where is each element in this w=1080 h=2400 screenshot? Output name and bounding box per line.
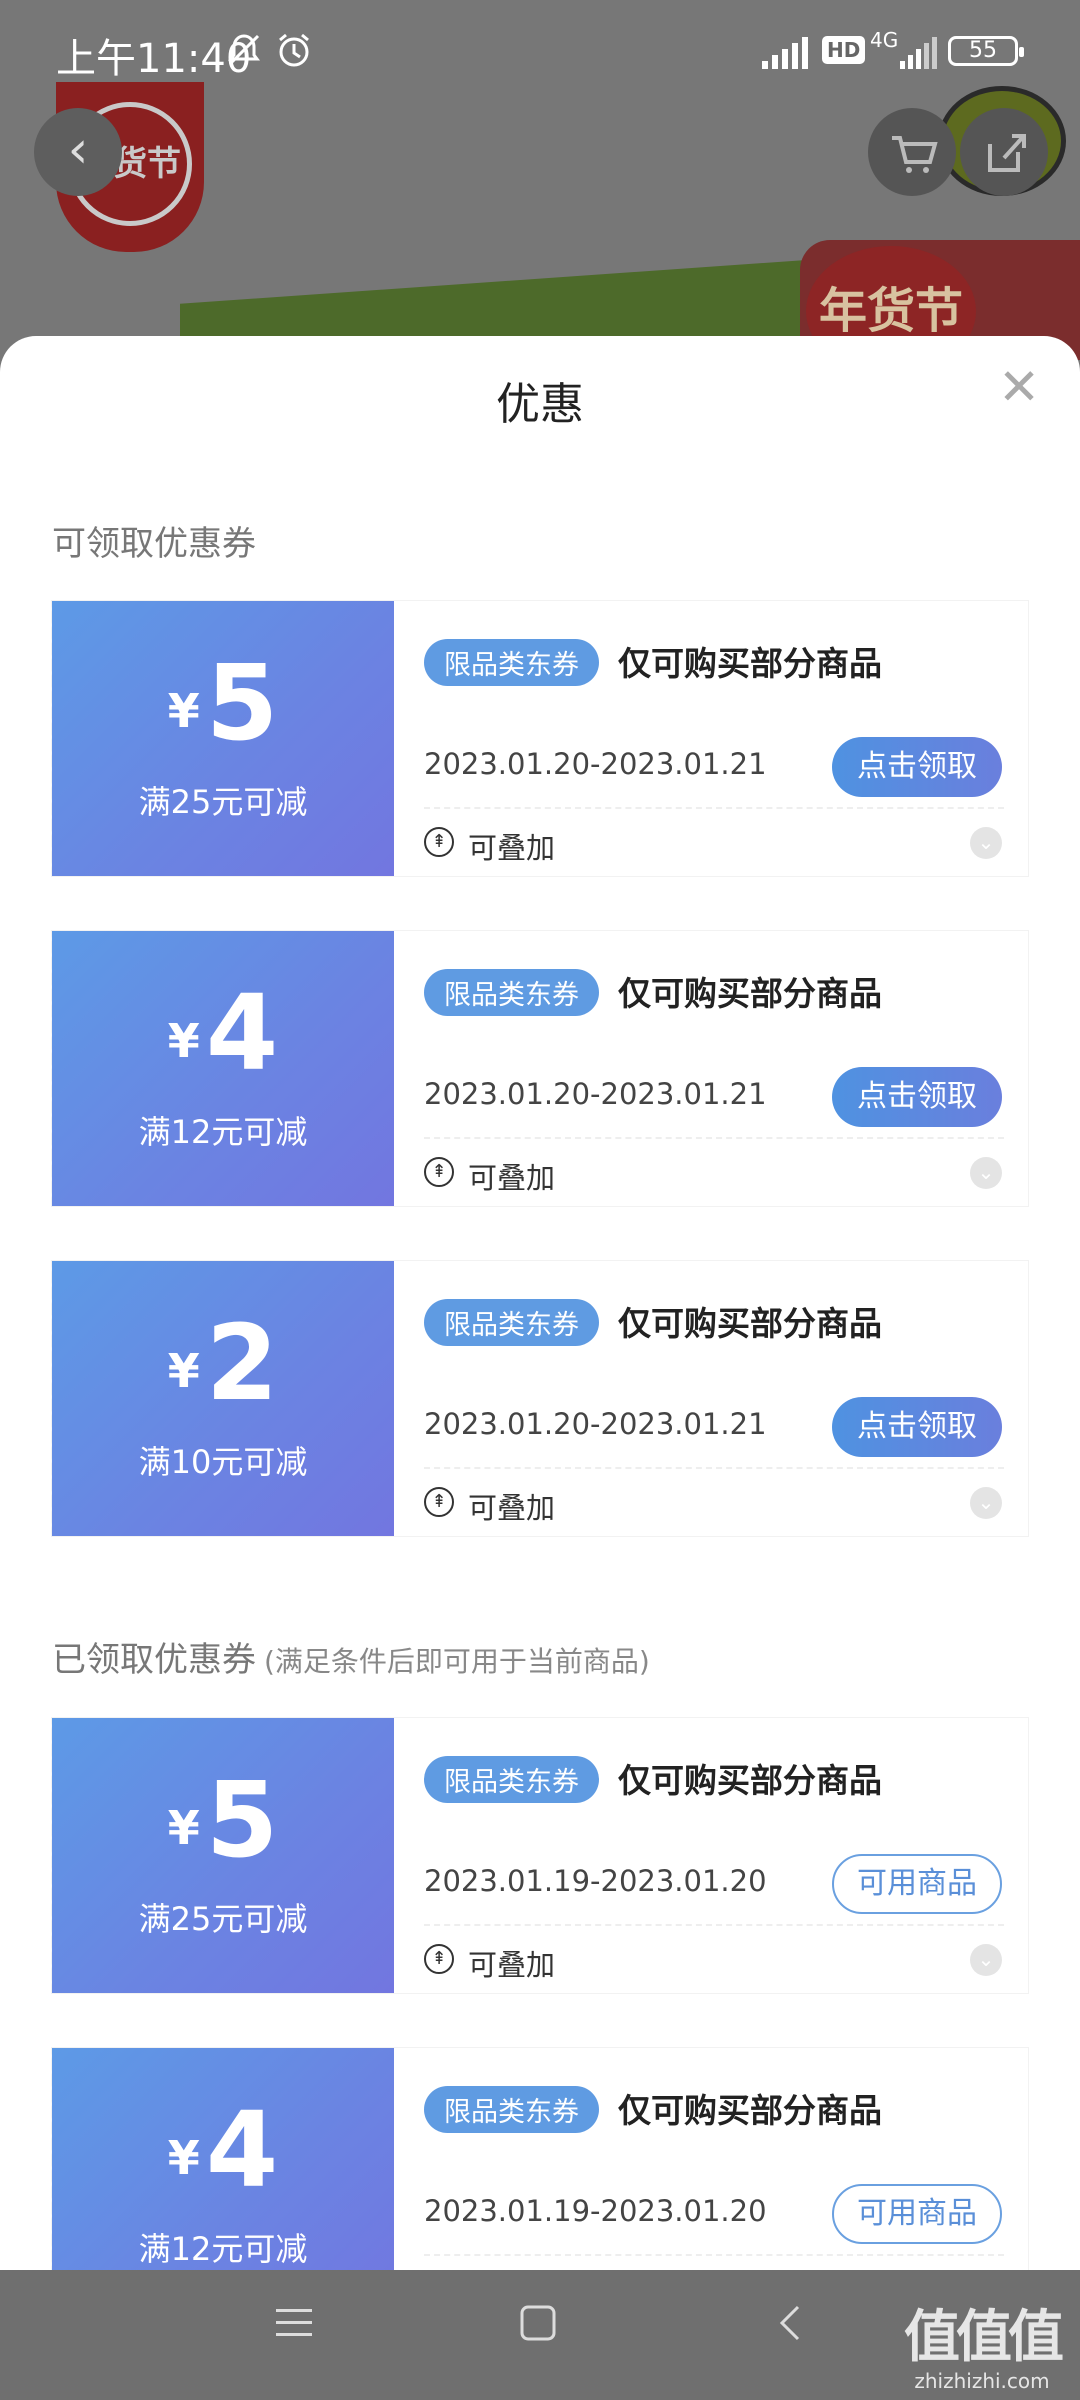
cart-icon	[892, 136, 938, 173]
claim-button[interactable]: 点击领取	[832, 1397, 1002, 1457]
stackable-icon: ⇞	[424, 827, 454, 857]
stackable-label: 可叠加	[468, 831, 556, 865]
available-section-title: 可领取优惠券	[52, 516, 256, 565]
coupon-validity: 2023.01.19-2023.01.20	[424, 1864, 767, 1898]
coupon-threshold: 满10元可减	[138, 1443, 308, 1481]
chevron-down-icon[interactable]: ⌄	[970, 1487, 1002, 1519]
home-icon[interactable]	[516, 2298, 560, 2358]
coupon-threshold: 满12元可减	[138, 2230, 308, 2268]
available-section-label: 可领取优惠券	[52, 524, 256, 564]
currency-symbol: ¥	[167, 1343, 200, 1398]
coupon-amount-value: 2	[205, 1302, 279, 1424]
close-icon[interactable]: ✕	[998, 362, 1040, 412]
watermark-url: zhizhizhi.com	[914, 2369, 1050, 2393]
coupon-divider	[424, 1137, 1004, 1139]
battery-icon: 55	[948, 36, 1024, 66]
signal-icon	[900, 34, 940, 78]
stackable-label: 可叠加	[468, 1491, 556, 1525]
alarm-icon	[274, 30, 314, 79]
stackable-label: 可叠加	[468, 1948, 556, 1982]
coupon-divider	[424, 1924, 1004, 1926]
currency-symbol: ¥	[167, 2130, 200, 2185]
coupon-amount: ¥5	[52, 1768, 394, 1872]
coupon-threshold: 满25元可减	[138, 783, 308, 821]
claimed-section-label: 已领取优惠券	[52, 1640, 256, 1680]
stackable-label: 可叠加	[468, 1161, 556, 1195]
chevron-down-icon[interactable]: ⌄	[970, 1157, 1002, 1189]
coupon-validity: 2023.01.20-2023.01.21	[424, 1077, 767, 1111]
coupon-validity: 2023.01.20-2023.01.21	[424, 1407, 767, 1441]
coupon-description: 仅可购买部分商品	[618, 644, 882, 683]
coupon-amount: ¥2	[52, 1311, 394, 1415]
coupon-amount-value: 4	[205, 972, 279, 1094]
currency-symbol: ¥	[167, 1800, 200, 1855]
coupon-validity: 2023.01.20-2023.01.21	[424, 747, 767, 781]
share-icon	[988, 134, 1026, 172]
back-button[interactable]: ‹	[34, 108, 122, 196]
coupon-card: ¥5 满25元可减 限品类东券 仅可购买部分商品 2023.01.20-2023…	[46, 601, 1028, 876]
coupon-type-tag: 限品类东券	[424, 1756, 599, 1803]
coupon-amount: ¥5	[52, 651, 394, 755]
coupon-divider	[424, 807, 1004, 809]
back-icon[interactable]	[770, 2298, 814, 2358]
chevron-down-icon[interactable]: ⌄	[970, 1944, 1002, 1976]
coupon-description: 仅可购买部分商品	[618, 2091, 882, 2130]
coupon-type-tag: 限品类东券	[424, 969, 599, 1016]
coupon-value-panel: ¥4 满12元可减	[46, 931, 394, 1206]
system-nav-bar: 值值值 zhizhizhi.com	[0, 2270, 1080, 2400]
coupon-card: ¥2 满10元可减 限品类东券 仅可购买部分商品 2023.01.20-2023…	[46, 1261, 1028, 1536]
watermark: 值值值 zhizhizhi.com	[904, 2292, 1064, 2393]
coupon-type-tag: 限品类东券	[424, 639, 599, 686]
coupon-validity: 2023.01.19-2023.01.20	[424, 2194, 767, 2228]
claimed-section-title: 已领取优惠券 (满足条件后即可用于当前商品)	[52, 1632, 650, 1681]
coupon-amount: ¥4	[52, 2098, 394, 2202]
coupon-value-panel: ¥2 满10元可减	[46, 1261, 394, 1536]
coupon-card: ¥4 满12元可减 限品类东券 仅可购买部分商品 2023.01.19-2023…	[46, 2048, 1028, 2270]
cart-button[interactable]	[868, 108, 956, 196]
currency-symbol: ¥	[167, 683, 200, 738]
claim-button[interactable]: 点击领取	[832, 1067, 1002, 1127]
coupon-card: ¥4 满12元可减 限品类东券 仅可购买部分商品 2023.01.20-2023…	[46, 931, 1028, 1206]
stackable-icon: ⇞	[424, 1944, 454, 1974]
coupon-type-tag: 限品类东券	[424, 1299, 599, 1346]
currency-symbol: ¥	[167, 1013, 200, 1068]
coupon-amount-value: 5	[205, 642, 279, 764]
status-bar: 上午11:40 HD 4G 55	[0, 0, 1080, 100]
coupon-threshold: 满12元可减	[138, 1113, 308, 1151]
watermark-logo: 值值值	[904, 2305, 1064, 2370]
share-button[interactable]	[960, 108, 1048, 196]
network-type: 4G	[870, 28, 899, 52]
claimed-section-hint: (满足条件后即可用于当前商品)	[264, 1645, 650, 1678]
coupon-amount-value: 4	[205, 2089, 279, 2211]
status-time: 上午11:40	[56, 36, 252, 82]
coupon-description: 仅可购买部分商品	[618, 1761, 882, 1800]
mute-icon	[224, 30, 264, 79]
coupon-value-panel: ¥5 满25元可减	[46, 1718, 394, 1993]
coupon-divider	[424, 1467, 1004, 1469]
menu-icon[interactable]	[272, 2298, 316, 2358]
signal-icon	[762, 34, 810, 78]
hd-badge: HD	[822, 36, 866, 64]
usable-products-button[interactable]: 可用商品	[832, 2184, 1002, 2244]
sheet-title: 优惠	[496, 379, 584, 430]
coupon-amount: ¥4	[52, 981, 394, 1085]
coupon-value-panel: ¥5 满25元可减	[46, 601, 394, 876]
usable-products-button[interactable]: 可用商品	[832, 1854, 1002, 1914]
stackable-icon: ⇞	[424, 1157, 454, 1187]
coupon-amount-value: 5	[205, 1759, 279, 1881]
coupon-type-tag: 限品类东券	[424, 2086, 599, 2133]
stackable-icon: ⇞	[424, 1487, 454, 1517]
chevron-down-icon[interactable]: ⌄	[970, 827, 1002, 859]
coupon-value-panel: ¥4 满12元可减	[46, 2048, 394, 2270]
coupon-threshold: 满25元可减	[138, 1900, 308, 1938]
coupon-sheet: 优惠 ✕ 可领取优惠券 ¥5 满25元可减 限品类东券 仅可购买部分商品 202…	[0, 336, 1080, 2270]
coupon-description: 仅可购买部分商品	[618, 974, 882, 1013]
claim-button[interactable]: 点击领取	[832, 737, 1002, 797]
coupon-divider	[424, 2254, 1004, 2256]
coupon-card: ¥5 满25元可减 限品类东券 仅可购买部分商品 2023.01.19-2023…	[46, 1718, 1028, 1993]
coupon-description: 仅可购买部分商品	[618, 1304, 882, 1343]
